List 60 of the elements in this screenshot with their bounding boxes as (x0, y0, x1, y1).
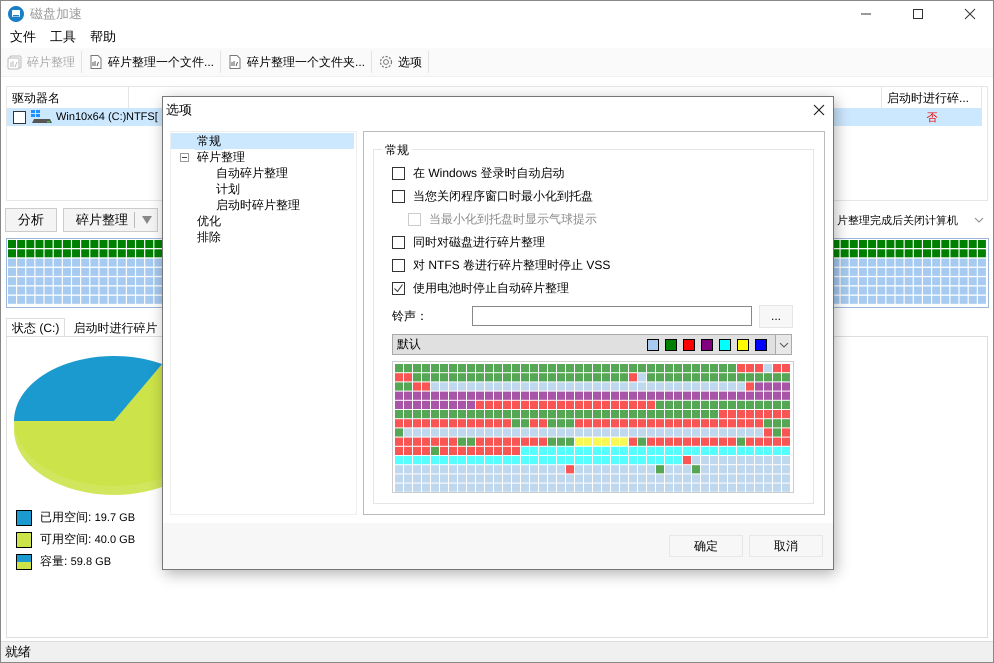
tree-item[interactable]: 计划 (214, 180, 242, 198)
file-icon (227, 54, 244, 70)
checkbox[interactable] (392, 236, 405, 249)
checkbox-option[interactable]: 使用电池时停止自动碎片整理 (392, 277, 795, 300)
scheme-value: 默认 (397, 336, 421, 353)
chevron-icon (778, 342, 788, 348)
legend-label: 容量: 59.8 GB (40, 553, 112, 570)
window-title: 磁盘加速 (30, 4, 82, 22)
checkbox[interactable] (13, 110, 26, 124)
tree-item[interactable]: 碎片整理 (195, 148, 247, 166)
tree-item[interactable]: 自动碎片整理 (214, 164, 290, 182)
checkbox[interactable] (392, 190, 405, 203)
checkbox-option[interactable]: 对 NTFS 卷进行碎片整理时停止 VSS (392, 254, 795, 277)
legend-label: 可用空间: 40.0 GB (40, 531, 136, 548)
checkbox-option[interactable]: 同时对磁盘进行碎片整理 (392, 231, 795, 254)
chevron-icon[interactable] (974, 217, 984, 223)
tree-item[interactable]: 排除 (195, 228, 223, 246)
close-icon[interactable] (813, 104, 825, 116)
checkbox-option[interactable]: 在 Windows 登录时自动启动 (392, 162, 795, 185)
dialog-button[interactable]: 取消 (749, 535, 823, 557)
sound-field[interactable] (472, 306, 752, 326)
toolbar-button[interactable]: 选项 (374, 52, 426, 72)
toolbar-button[interactable]: 碎片整理一个文件... (84, 52, 218, 72)
color-scheme-dropdown[interactable]: 默认 (392, 334, 792, 355)
table-cell: NTFS[ (126, 111, 158, 123)
close-icon[interactable] (964, 8, 976, 20)
browse-button[interactable]: ... (759, 304, 793, 328)
dialog-button[interactable]: 确定 (669, 535, 743, 557)
menu-item[interactable]: 文件 (3, 28, 43, 46)
toolbar-button[interactable]: 碎片整理一个文件夹... (223, 52, 370, 72)
tab[interactable]: 启动时进行碎片 (67, 318, 164, 336)
status-text: 就绪 (5, 643, 31, 661)
checkbox[interactable] (392, 259, 405, 272)
checkbox-option[interactable]: 当您关闭程序窗口时最小化到托盘 (392, 185, 795, 208)
maximize-icon[interactable] (912, 8, 924, 20)
analyze-button[interactable]: 分析 (5, 208, 57, 232)
table-cell-text: 否 (926, 110, 938, 124)
checkbox[interactable] (392, 167, 405, 180)
menu-item[interactable]: 工具 (43, 28, 83, 46)
collapse-icon[interactable] (180, 152, 189, 162)
dropdown-icon (141, 215, 153, 225)
drive-icon (31, 110, 53, 124)
menu-item[interactable]: 帮助 (83, 28, 123, 46)
tree-item[interactable]: 优化 (195, 212, 223, 230)
checkbox[interactable] (392, 282, 405, 295)
legend-label: 已用空间: 19.7 GB (40, 509, 136, 526)
legend-swatch (16, 510, 32, 526)
defrag-button[interactable]: 碎片整理 (63, 208, 158, 232)
tab[interactable]: 状态 (C:) (6, 318, 66, 336)
tree-item[interactable]: 常规 (195, 132, 223, 150)
dialog-title: 选项 (166, 101, 192, 119)
legend-swatch (16, 554, 32, 570)
tree-item[interactable]: 启动时碎片整理 (214, 196, 302, 214)
after-action-dropdown[interactable]: 片整理完成后关闭计算机 (837, 212, 958, 228)
legend-swatch (16, 532, 32, 548)
file-icon (88, 54, 104, 70)
table-cell: Win10x64 (C:) (56, 111, 124, 123)
sound-label: 铃声： (392, 308, 429, 324)
app-icon (8, 6, 24, 22)
settings-icon (378, 54, 394, 70)
